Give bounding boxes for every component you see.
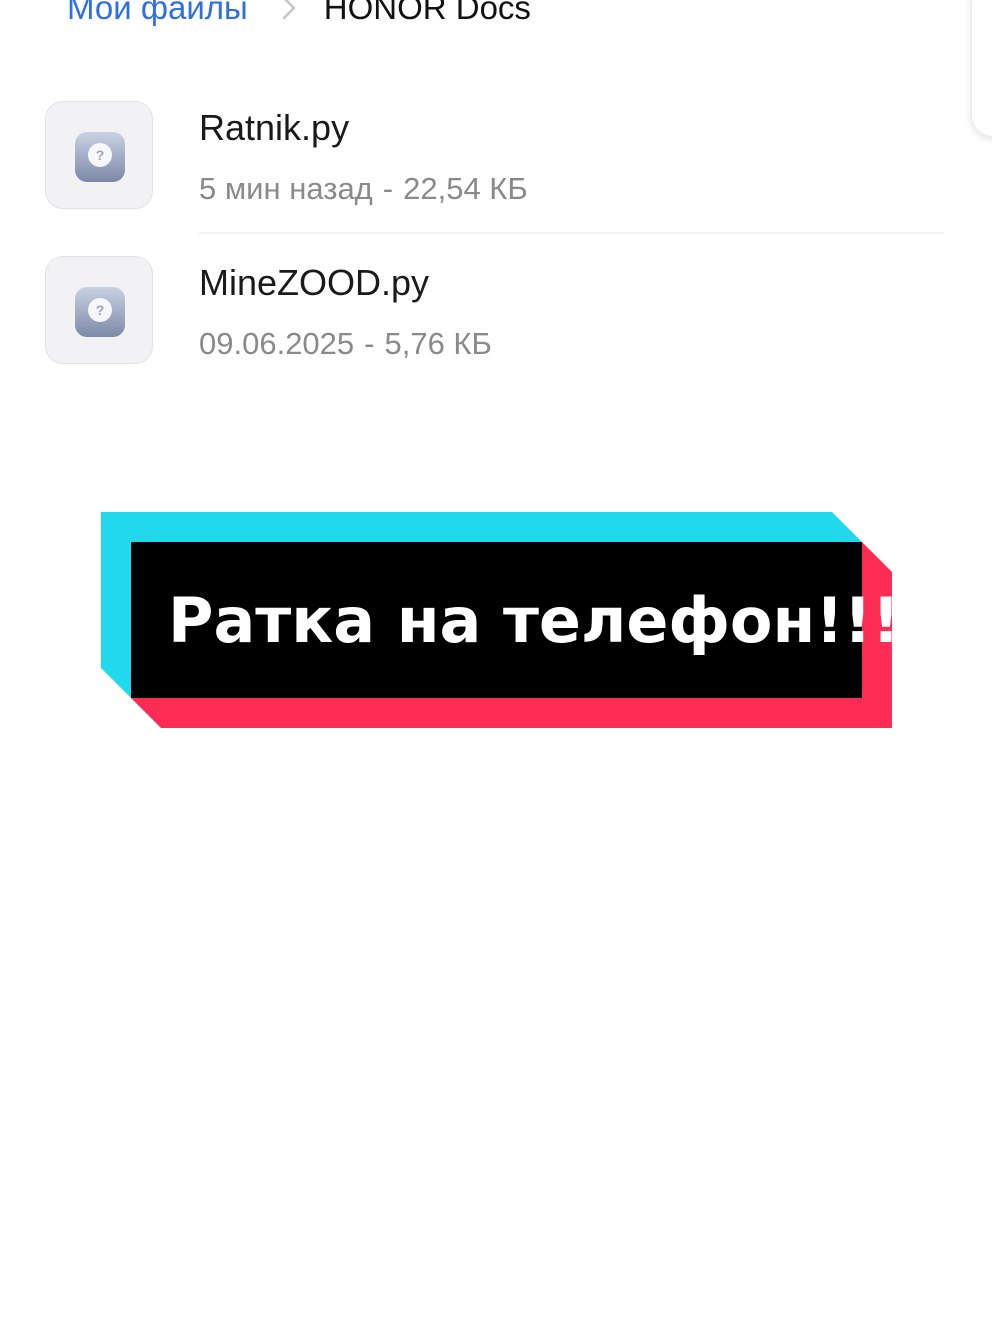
file-meta: 5 мин назад -22,54 КБ xyxy=(199,171,528,207)
file-size: 5,76 КБ xyxy=(384,326,492,361)
file-name: MineZOOD.py xyxy=(199,262,430,303)
meta-separator: - xyxy=(382,171,394,206)
file-row-minezood[interactable]: ? MineZOOD.py 09.06.2025-5,76 КБ xyxy=(0,234,992,389)
file-row-ratnik[interactable]: ? Ratnik.py 5 мин назад -22,54 КБ xyxy=(0,79,992,234)
caption-text: Ратка на телефон!!! xyxy=(168,583,901,657)
file-name: Ratnik.py xyxy=(199,107,350,148)
caption-overlay: Ратка на телефон!!! xyxy=(101,512,901,728)
unknown-file-icon: ? xyxy=(45,256,153,364)
file-meta: 09.06.2025-5,76 КБ xyxy=(199,326,492,362)
meta-separator: - xyxy=(364,326,375,361)
file-time: 09.06.2025 xyxy=(199,326,355,361)
file-size: 22,54 КБ xyxy=(403,171,528,206)
breadcrumb-current: HONOR Docs xyxy=(323,0,531,26)
chevron-right-icon xyxy=(274,0,304,21)
breadcrumb-root-link[interactable]: Мои файлы xyxy=(67,0,248,27)
file-time: 5 мин назад xyxy=(199,171,373,206)
svg-text:?: ? xyxy=(96,147,105,163)
svg-text:?: ? xyxy=(96,302,105,318)
breadcrumb: Мои файлы HONOR Docs xyxy=(67,0,531,30)
unknown-file-icon: ? xyxy=(45,101,153,209)
